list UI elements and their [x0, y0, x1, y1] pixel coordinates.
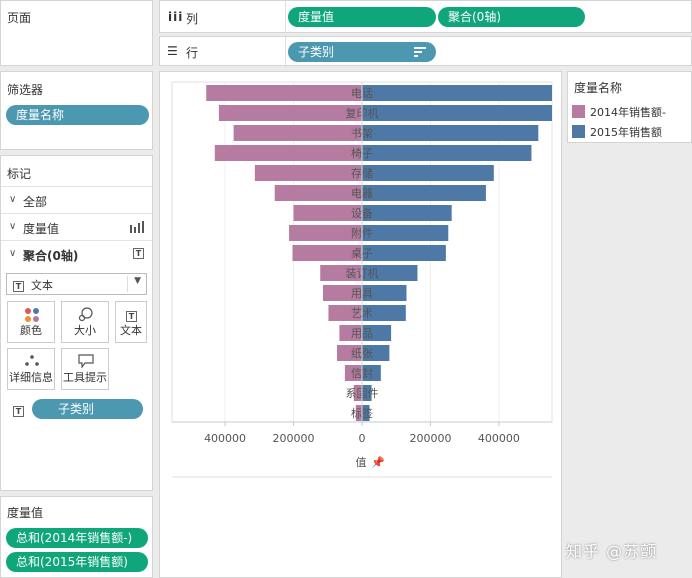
bar-2015 — [362, 105, 552, 121]
bar-2014 — [233, 125, 362, 141]
x-tick-label: 0 — [359, 432, 366, 445]
mark-card-detail-label: 详细信息 — [9, 371, 53, 384]
rows-label: 行 — [186, 46, 199, 60]
bar-mark-icon — [130, 221, 144, 233]
marks-row-all-label: 全部 — [23, 195, 48, 209]
marks-title: 标记 — [7, 167, 32, 181]
view-panel: 电话 复印机 书架 椅子 存储 电器 设备 附件 桌子 装订机 用具 艺术 用品 纸张 信封 系固件 标签 400… — [159, 71, 562, 578]
text-icon: T — [126, 308, 137, 322]
bar-2014 — [206, 85, 362, 101]
mark-card-tooltip[interactable]: 工具提示 — [61, 348, 109, 390]
marks-row-agg-zero-axis[interactable]: ∨ 聚合(0轴) T — [1, 240, 152, 266]
size-icon — [78, 307, 93, 322]
shelf-divider — [285, 37, 286, 67]
chevron-down-icon: ∨ — [9, 221, 17, 232]
mark-card-tooltip-label: 工具提示 — [63, 371, 107, 384]
bar-2015 — [362, 245, 446, 261]
chevron-down-icon: ∨ — [9, 248, 17, 259]
legend-title: 度量名称 — [574, 81, 623, 95]
chevron-down-icon: ∨ — [9, 194, 17, 205]
chevron-down-icon: ▼ — [134, 276, 141, 286]
mark-card-size-label: 大小 — [74, 324, 96, 337]
x-axis-title: 值 — [356, 456, 367, 469]
columns-pill-agg-zero-axis[interactable]: 聚合(0轴) — [438, 7, 585, 27]
mark-card-color[interactable]: 颜色 — [7, 301, 55, 343]
bar-2015 — [362, 145, 532, 161]
legend-swatch-2014 — [572, 105, 585, 118]
filters-panel: 筛选器 度量名称 — [0, 71, 153, 150]
rows-pill-label: 子类别 — [298, 45, 335, 59]
detail-dots-icon — [25, 355, 39, 366]
tooltip-icon — [78, 354, 94, 368]
columns-shelf[interactable]: iii 列 度量值 聚合(0轴) — [159, 0, 692, 34]
bar-2014 — [274, 185, 362, 201]
pages-title: 页面 — [7, 11, 32, 25]
x-tick-label: 400000 — [204, 432, 246, 445]
marks-row-all[interactable]: ∨ 全部 — [1, 186, 152, 212]
mark-card-text[interactable]: T 文本 — [115, 301, 147, 343]
mark-card-detail[interactable]: 详细信息 — [7, 348, 55, 390]
marks-row-agg-label: 聚合(0轴) — [23, 249, 79, 263]
measure-values-title: 度量值 — [7, 506, 44, 520]
sort-descending-icon[interactable] — [414, 47, 426, 57]
x-tick-label: 200000 — [273, 432, 315, 445]
text-mark-icon: T — [13, 278, 24, 292]
columns-pill-measure-values[interactable]: 度量值 — [288, 7, 436, 27]
bar-2015 — [362, 205, 452, 221]
bar-2015 — [362, 125, 539, 141]
mark-card-text-label: 文本 — [120, 324, 142, 337]
filter-pill-measure-names[interactable]: 度量名称 — [6, 105, 149, 125]
bar-2015 — [362, 85, 552, 101]
rows-pill-subcategory[interactable]: 子类别 — [288, 42, 436, 62]
mark-type-select[interactable]: T 文本 ▼ — [6, 273, 147, 295]
bar-2014 — [218, 105, 362, 121]
bar-2015 — [362, 225, 449, 241]
columns-label: 列 — [186, 12, 199, 26]
mark-card-size[interactable]: 大小 — [61, 301, 109, 343]
mark-type-label: 文本 — [31, 279, 53, 292]
marks-row-measure-values-label: 度量值 — [23, 222, 60, 236]
rows-icon: ☰ — [167, 44, 178, 58]
measure-values-panel: 度量值 总和(2014年销售额-) 总和(2015年销售额) — [0, 496, 153, 578]
x-tick-label: 200000 — [409, 432, 451, 445]
bar-2014 — [254, 165, 362, 181]
watermark: 知乎 @苏颤 — [566, 542, 658, 561]
bar-2014 — [214, 145, 362, 161]
measure-pill-2015-sales[interactable]: 总和(2015年销售额) — [6, 552, 148, 572]
pin-icon[interactable]: 📌 — [371, 455, 385, 469]
legend-panel: 度量名称 2014年销售额- 2015年销售额 — [567, 71, 692, 143]
pages-panel: 页面 — [0, 0, 153, 66]
text-encoding-icon: T — [13, 403, 24, 417]
marks-row-measure-values[interactable]: ∨ 度量值 — [1, 213, 152, 239]
x-tick-label: 400000 — [478, 432, 520, 445]
legend-label-2015: 2015年销售额 — [590, 126, 662, 139]
rows-shelf[interactable]: ☰ 行 子类别 — [159, 36, 692, 67]
mark-card-color-label: 颜色 — [20, 324, 42, 337]
shelf-divider — [285, 1, 286, 34]
text-mark-icon: T — [133, 246, 144, 259]
marks-field-pill-subcategory[interactable]: 子类别 — [32, 399, 143, 419]
measure-pill-2014-sales[interactable]: 总和(2014年销售额-) — [6, 528, 148, 548]
legend-swatch-2015 — [572, 125, 585, 138]
filters-title: 筛选器 — [7, 83, 44, 97]
marks-panel: 标记 ∨ 全部 ∨ 度量值 ∨ 聚合(0轴) T T 文本 ▼ 颜色 大小 T … — [0, 155, 153, 491]
select-divider — [127, 276, 128, 292]
chart: 电话复印机书架椅子存储电器设备附件桌子装订机用具艺术用品纸张信封系固件标签400… — [171, 81, 553, 478]
bar-2015 — [362, 185, 486, 201]
columns-icon: iii — [168, 10, 184, 24]
legend-label-2014: 2014年销售额- — [590, 106, 666, 119]
bar-2015 — [362, 165, 494, 181]
